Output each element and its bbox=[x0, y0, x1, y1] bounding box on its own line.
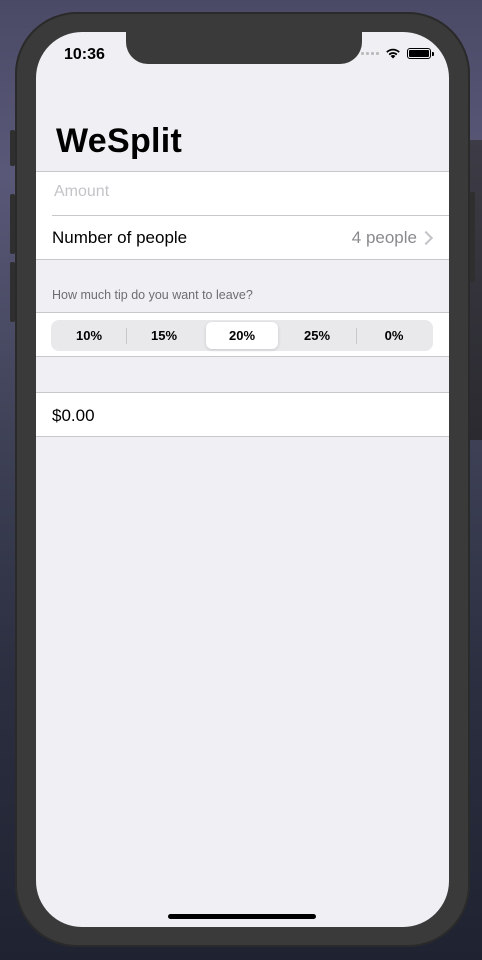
people-label: Number of people bbox=[52, 228, 188, 247]
signal-icon bbox=[361, 51, 379, 55]
tip-option-10[interactable]: 10% bbox=[53, 322, 125, 349]
separator bbox=[36, 259, 449, 260]
home-indicator[interactable] bbox=[168, 914, 316, 919]
total-amount: $0.00 bbox=[52, 406, 95, 425]
segment-divider bbox=[356, 328, 357, 344]
tip-option-0[interactable]: 0% bbox=[358, 322, 430, 349]
notch bbox=[126, 32, 362, 64]
status-icons bbox=[361, 47, 434, 59]
tip-segmented-control: 10% 15% 20% 25% 0% bbox=[51, 320, 433, 351]
separator bbox=[36, 436, 449, 437]
tip-option-15[interactable]: 15% bbox=[128, 322, 200, 349]
side-button bbox=[470, 192, 475, 282]
people-value: 4 people bbox=[351, 228, 417, 247]
volume-up-button bbox=[10, 194, 15, 254]
mute-switch bbox=[10, 130, 15, 166]
battery-icon bbox=[407, 47, 434, 59]
segment-divider bbox=[126, 328, 127, 344]
tip-section-header: How much tip do you want to leave? bbox=[52, 288, 253, 302]
chevron-right-icon bbox=[418, 230, 434, 246]
total-section bbox=[36, 393, 449, 436]
people-row[interactable]: Number of people 4 people bbox=[36, 216, 449, 259]
separator bbox=[36, 356, 449, 357]
status-time: 10:36 bbox=[64, 46, 105, 63]
wifi-icon bbox=[386, 48, 400, 59]
volume-down-button bbox=[10, 262, 15, 322]
tip-option-20[interactable]: 20% bbox=[206, 322, 278, 349]
screen: 10:36 WeSplit Number of people 4 people … bbox=[36, 32, 449, 927]
tip-option-25[interactable]: 25% bbox=[281, 322, 353, 349]
amount-field[interactable] bbox=[52, 171, 436, 213]
page-title: WeSplit bbox=[56, 122, 183, 160]
